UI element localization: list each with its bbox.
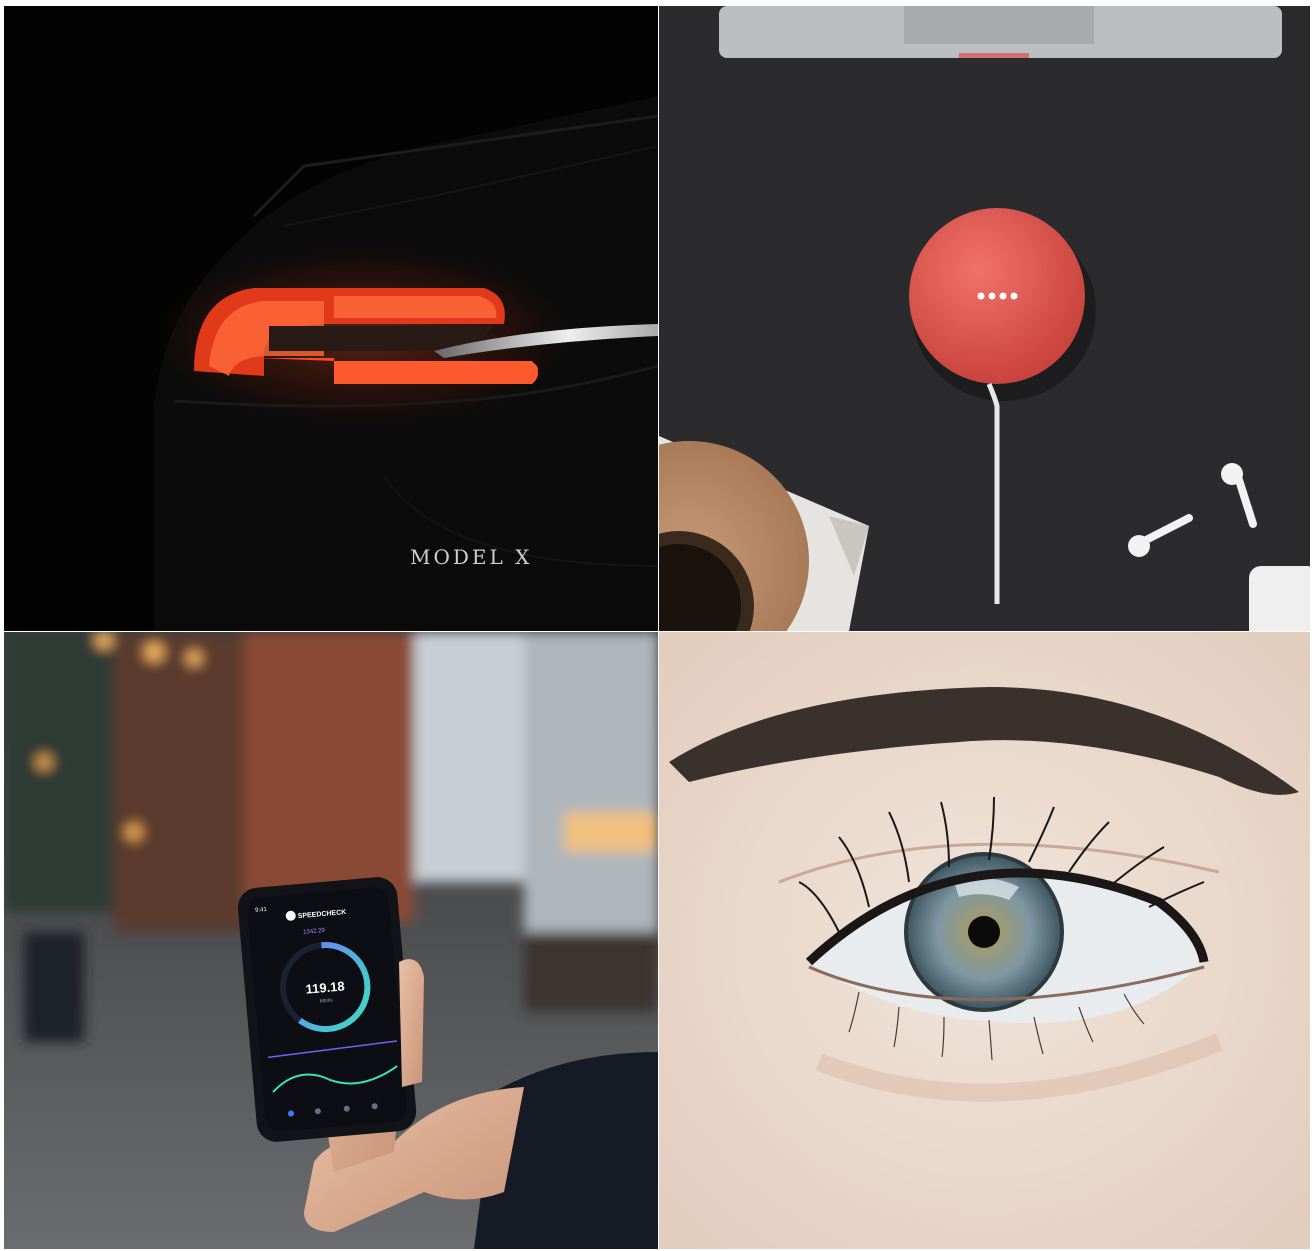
eye-closeup-photo — [659, 632, 1310, 1249]
model-badge: MODEL X — [410, 545, 532, 569]
phone-speedtest-photo: 9:41 SPEEDCHECK 1342.29 119.18 Mbit/s — [4, 632, 658, 1249]
car-taillight-photo: MODEL X — [4, 6, 658, 631]
smartphone: 9:41 SPEEDCHECK 1342.29 119.18 Mbit/s — [237, 877, 417, 1142]
smart-speaker-photo — [659, 6, 1310, 631]
speaker-device — [909, 208, 1085, 384]
image-grid: MODEL X 9:41 SPEEDCHECK 1342.29 119.18 M… — [4, 6, 1310, 1249]
speed-unit: Mbit/s — [319, 997, 333, 1004]
status-time: 9:41 — [255, 907, 268, 914]
